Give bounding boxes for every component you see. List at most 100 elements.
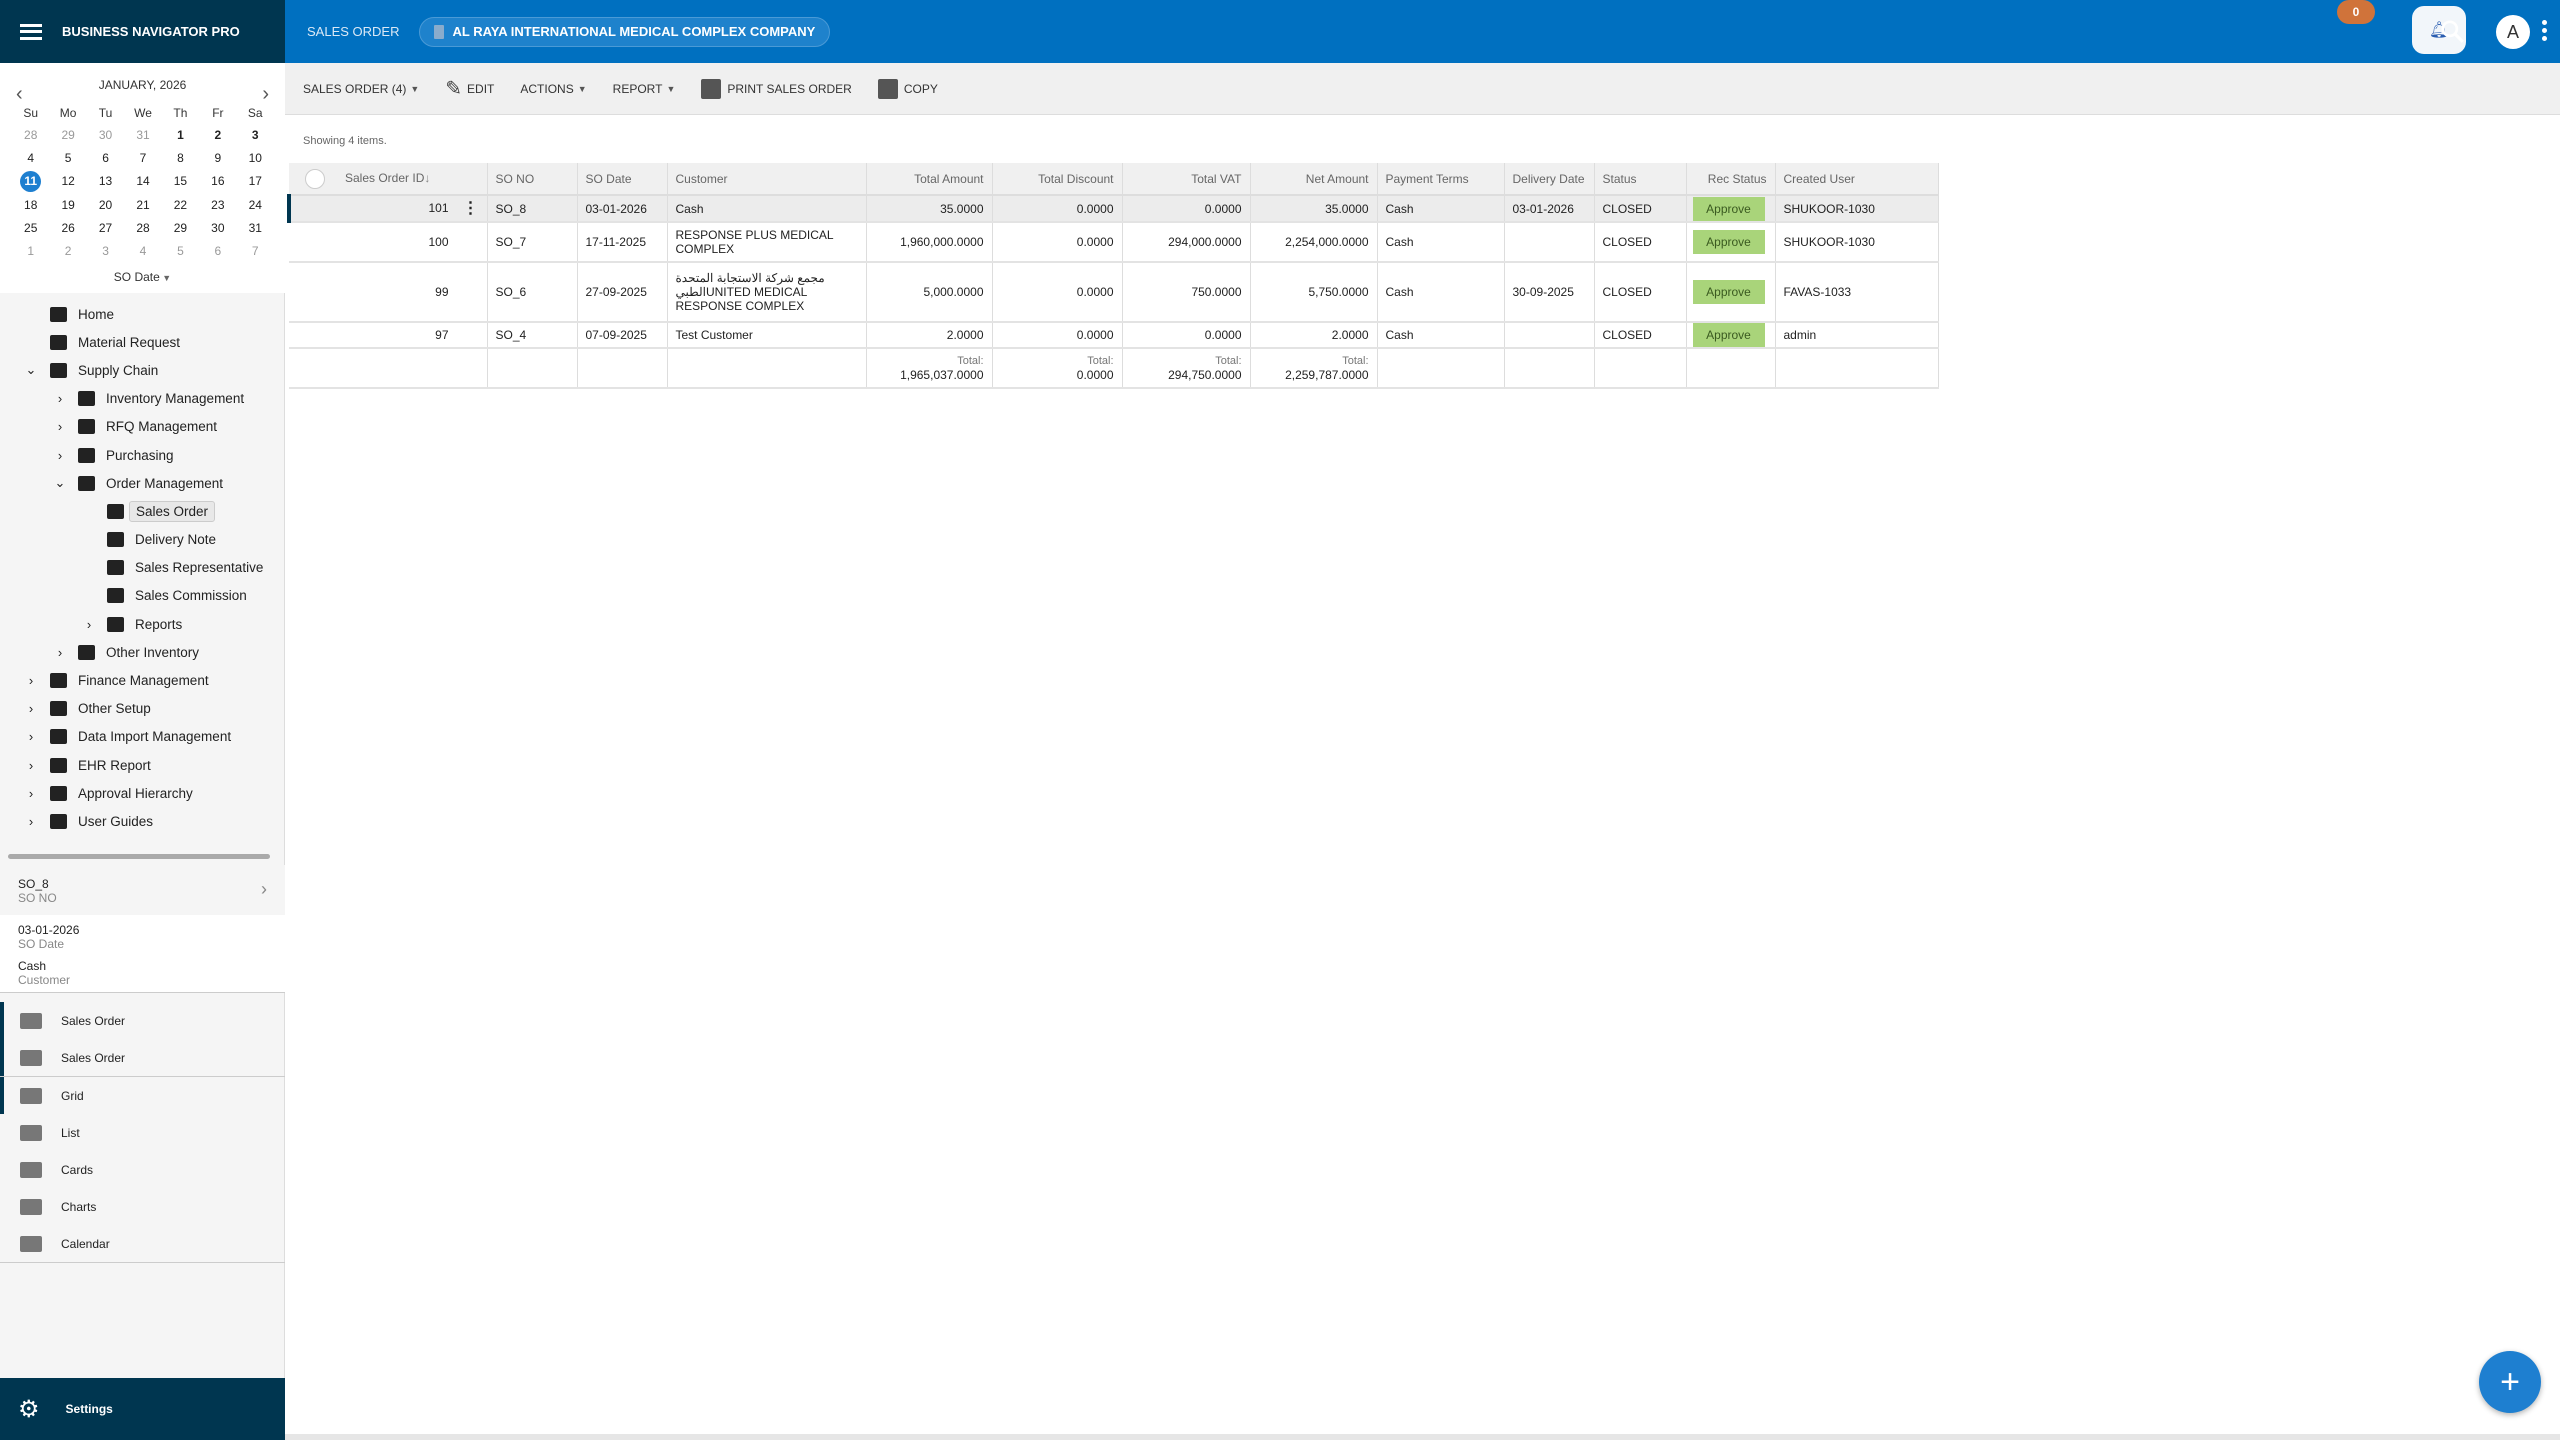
calendar-day[interactable]: 7	[124, 146, 161, 169]
calendar-day[interactable]: 12	[49, 170, 86, 193]
column-header[interactable]: Payment Terms	[1377, 163, 1505, 196]
calendar-day[interactable]: 4	[12, 146, 49, 169]
nav-item-inventory-management[interactable]: › Inventory Management	[0, 385, 285, 413]
view-cards[interactable]: Cards	[0, 1151, 285, 1188]
calendar-day[interactable]: 20	[87, 193, 124, 216]
nav-item-rfq-management[interactable]: › RFQ Management	[0, 413, 285, 441]
add-button[interactable]: +	[2479, 1351, 2541, 1413]
calendar-day[interactable]: 9	[199, 146, 236, 169]
nav-item-home[interactable]: Home	[0, 300, 285, 328]
approve-button[interactable]: Approve	[1692, 280, 1765, 304]
folder-sales-order[interactable]: Sales Order	[0, 1002, 285, 1039]
chevron-right-icon[interactable]: ›	[24, 814, 38, 829]
record-summary[interactable]: SO_8 SO NO ›	[0, 865, 285, 915]
column-header[interactable]: Net Amount	[1250, 163, 1378, 196]
nav-item-user-guides[interactable]: › User Guides	[0, 807, 285, 835]
calendar-day[interactable]: 23	[199, 193, 236, 216]
chevron-right-icon[interactable]: ›	[24, 786, 38, 801]
table-row[interactable]: 97⋮ SO_4 07-09-2025 Test Customer 2.0000 0.00…	[289, 322, 1939, 349]
nav-item-data-import-management[interactable]: › Data Import Management	[0, 723, 285, 751]
calendar-field-selector[interactable]: SO Date ▼	[0, 270, 285, 284]
calendar-day[interactable]: 3	[87, 239, 124, 262]
column-header[interactable]: Total Discount	[992, 163, 1123, 196]
search-icon[interactable]	[2439, 18, 2465, 44]
calendar-day[interactable]: 7	[237, 239, 274, 262]
nav-item-material-request[interactable]: Material Request	[0, 328, 285, 356]
calendar-day[interactable]: 28	[12, 123, 49, 146]
calendar-day[interactable]: 26	[49, 216, 86, 239]
approve-button[interactable]: Approve	[1692, 323, 1765, 347]
column-header[interactable]: Total Amount	[866, 163, 993, 196]
chevron-right-icon[interactable]: ›	[53, 391, 67, 406]
column-header[interactable]: Status	[1594, 163, 1687, 196]
chevron-right-icon[interactable]: ›	[53, 419, 67, 434]
calendar-day[interactable]: 13	[87, 170, 124, 193]
settings-button[interactable]: ⚙ Settings	[0, 1378, 285, 1440]
nav-item-sales-order[interactable]: Sales Order	[0, 497, 285, 525]
nav-item-other-inventory[interactable]: › Other Inventory	[0, 638, 285, 666]
chevron-down-icon[interactable]: ⌄	[53, 475, 67, 491]
calendar-day[interactable]: 8	[162, 146, 199, 169]
company-selector[interactable]: AL RAYA INTERNATIONAL MEDICAL COMPLEX CO…	[419, 16, 831, 47]
chevron-right-icon[interactable]: ›	[82, 617, 96, 632]
horizontal-scrollbar[interactable]	[285, 1434, 2560, 1440]
avatar[interactable]: A	[2496, 15, 2530, 49]
calendar-day[interactable]: 29	[49, 123, 86, 146]
calendar-day[interactable]: 22	[162, 193, 199, 216]
copy-button[interactable]: COPY	[877, 78, 938, 99]
column-header[interactable]: Sales Order ID↓	[289, 163, 488, 196]
sort-arrow-down-icon[interactable]: ↓	[424, 171, 430, 185]
column-header[interactable]: SO Date	[577, 163, 668, 196]
column-header[interactable]: Total VAT	[1122, 163, 1251, 196]
calendar-day[interactable]: 6	[87, 146, 124, 169]
chevron-down-icon[interactable]: ⌄	[24, 362, 38, 378]
chevron-right-icon[interactable]: ›	[24, 673, 38, 688]
calendar-day[interactable]: 1	[162, 123, 199, 146]
report-dropdown[interactable]: REPORT ▼	[613, 82, 676, 96]
column-header[interactable]: Created User	[1775, 163, 1939, 196]
calendar-day[interactable]: 31	[237, 216, 274, 239]
print-sales-order-button[interactable]: PRINT SALES ORDER	[701, 78, 852, 99]
calendar-day[interactable]: 28	[124, 216, 161, 239]
calendar-day[interactable]: 5	[162, 239, 199, 262]
calendar-day[interactable]: 1	[12, 239, 49, 262]
column-header[interactable]: SO NO	[487, 163, 578, 196]
nav-item-other-setup[interactable]: › Other Setup	[0, 695, 285, 723]
calendar-day[interactable]: 21	[124, 193, 161, 216]
calendar-day[interactable]: 29	[162, 216, 199, 239]
table-row[interactable]: 100⋮ SO_7 17-11-2025 RESPONSE PLUS MEDICAL …	[289, 222, 1939, 263]
menu-icon[interactable]	[20, 23, 42, 40]
calendar-day[interactable]: 17	[237, 170, 274, 193]
calendar-day[interactable]: 30	[87, 123, 124, 146]
column-header[interactable]: Delivery Date	[1504, 163, 1595, 196]
column-header[interactable]: Rec Status	[1686, 163, 1776, 196]
calendar-day[interactable]: 19	[49, 193, 86, 216]
chevron-right-icon[interactable]: ›	[261, 879, 267, 900]
calendar-day[interactable]: 3	[237, 123, 274, 146]
nav-item-sales-commission[interactable]: Sales Commission	[0, 582, 285, 610]
actions-dropdown[interactable]: ACTIONS ▼	[520, 82, 586, 96]
view-charts[interactable]: Charts	[0, 1188, 285, 1225]
calendar-day[interactable]: 18	[12, 193, 49, 216]
select-all-checkbox[interactable]	[305, 168, 325, 189]
calendar-day[interactable]: 5	[49, 146, 86, 169]
view-calendar[interactable]: Calendar	[0, 1225, 285, 1262]
calendar-day[interactable]: 27	[87, 216, 124, 239]
nav-item-order-management[interactable]: ⌄ Order Management	[0, 469, 285, 497]
more-options-icon[interactable]	[2542, 20, 2548, 41]
edit-button[interactable]: ✎ EDIT	[445, 76, 494, 101]
calendar-day[interactable]: 6	[199, 239, 236, 262]
folder-sales-order[interactable]: Sales Order	[0, 1039, 285, 1076]
calendar-day[interactable]: 4	[124, 239, 161, 262]
chevron-right-icon[interactable]: ›	[24, 758, 38, 773]
calendar-day[interactable]: 11	[12, 170, 49, 193]
approve-button[interactable]: Approve	[1692, 230, 1765, 254]
view-grid[interactable]: Grid	[0, 1077, 285, 1114]
calendar-day[interactable]: 2	[199, 123, 236, 146]
calendar-day[interactable]: 14	[124, 170, 161, 193]
nav-item-sales-representative[interactable]: Sales Representative	[0, 554, 285, 582]
nav-item-ehr-report[interactable]: › EHR Report	[0, 751, 285, 779]
sales-order-dropdown[interactable]: SALES ORDER (4) ▼	[303, 82, 419, 96]
nav-item-delivery-note[interactable]: Delivery Note	[0, 526, 285, 554]
table-row[interactable]: 99⋮ SO_6 27-09-2025 مجمع شركة الاستجابة الم…	[289, 262, 1939, 323]
